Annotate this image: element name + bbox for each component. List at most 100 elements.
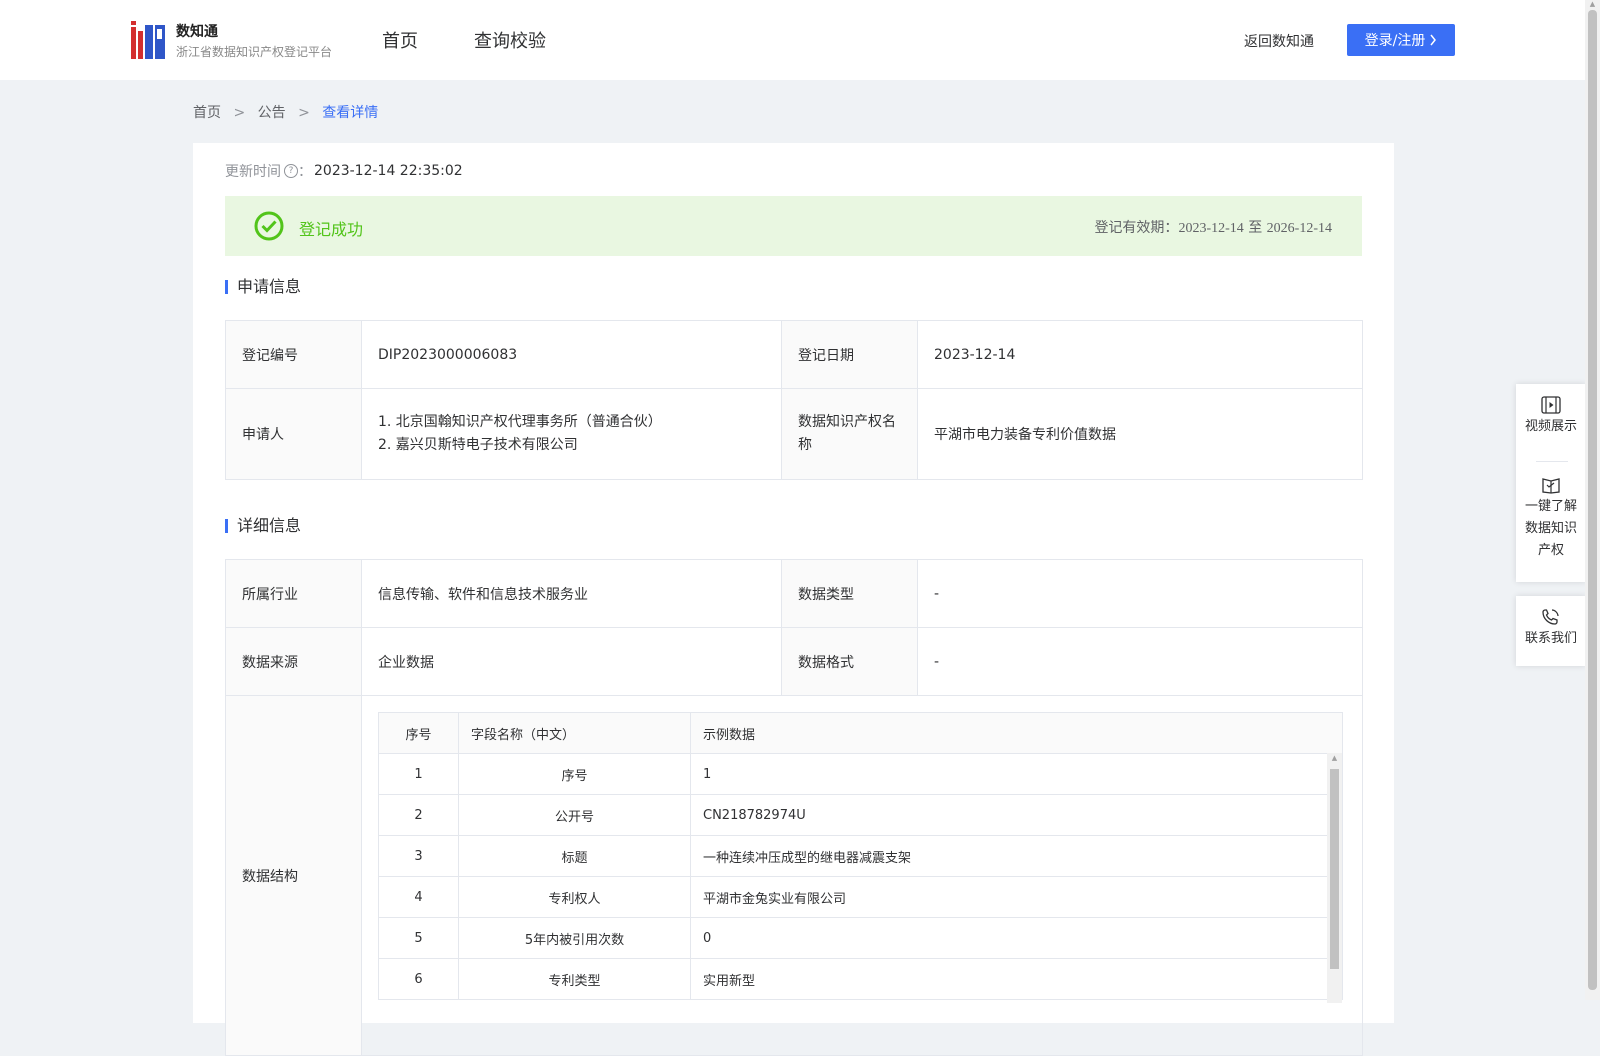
data-format-label: 数据格式 <box>781 627 918 696</box>
table-row: 4 专利权人 平湖市金兔实业有限公司 <box>378 876 1343 918</box>
breadcrumb-separator: > <box>298 105 310 121</box>
row-index: 4 <box>378 876 459 918</box>
row-index: 5 <box>378 917 459 959</box>
contact-us-button[interactable]: 联系我们 <box>1516 608 1586 650</box>
status-text: 登记成功 <box>299 220 364 239</box>
reg-date-label: 登记日期 <box>781 320 918 389</box>
validity-period: 登记有效期：2023-12-14 至 2026-12-14 <box>1094 217 1332 237</box>
table-row: 2 公开号 CN218782974U <box>378 794 1343 836</box>
book-icon <box>1542 478 1560 494</box>
table-header-row: 序号 字段名称（中文） 示例数据 <box>378 712 1343 754</box>
return-link[interactable]: 返回数知通 <box>1244 31 1314 51</box>
nav-query-verify[interactable]: 查询校验 <box>474 27 546 53</box>
data-structure-table: 序号 字段名称（中文） 示例数据 1 序号 1 2 公开号 CN21878297… <box>378 712 1343 1000</box>
col-header-field: 字段名称（中文） <box>458 712 691 754</box>
panel-divider <box>1536 461 1568 462</box>
update-time-colon: ： <box>298 164 312 180</box>
learn-ip-label-line: 一键了解 <box>1524 499 1577 514</box>
table-row: 6 专利类型 实用新型 <box>378 958 1343 1000</box>
industry-value: 信息传输、软件和信息技术服务业 <box>361 559 782 628</box>
video-showcase-label: 视频展示 <box>1524 419 1577 434</box>
learn-ip-label-line: 数据知识 <box>1524 521 1577 536</box>
table-row: 申请人 1. 北京国翰知识产权代理事务所（普通合伙） 2. 嘉兴贝斯特电子技术有… <box>225 388 1363 480</box>
row-field: 专利权人 <box>458 876 691 918</box>
row-index: 3 <box>378 835 459 877</box>
table-row: 数据结构 序号 字段名称（中文） 示例数据 1 序号 1 2 公开号 CN218… <box>225 695 1363 1056</box>
applicant-item: 1. 北京国翰知识产权代理事务所（普通合伙） <box>378 414 662 430</box>
data-structure-wrapper: 序号 字段名称（中文） 示例数据 1 序号 1 2 公开号 CN21878297… <box>378 712 1343 1003</box>
breadcrumb-current: 查看详情 <box>322 105 379 121</box>
login-button-label: 登录/注册 <box>1364 33 1426 49</box>
application-info-table: 登记编号 DIP2023000006083 登记日期 2023-12-14 申请… <box>225 320 1363 480</box>
validity-from: 2023-12-14 <box>1178 221 1244 236</box>
page-scrollbar[interactable]: ▲ <box>1585 0 1600 1000</box>
inner-scrollbar-thumb[interactable] <box>1330 769 1339 969</box>
detail-info-title: 详细信息 <box>225 518 301 534</box>
row-sample: 0 <box>690 917 1343 959</box>
chevron-right-icon <box>1430 34 1437 46</box>
video-icon <box>1541 396 1561 414</box>
phone-icon <box>1542 609 1559 625</box>
side-panel-main: 视频展示 一键了解 数据知识 产权 <box>1516 384 1586 582</box>
data-source-label: 数据来源 <box>225 627 362 696</box>
breadcrumb-notice[interactable]: 公告 <box>258 105 286 121</box>
validity-to-word: 至 <box>1248 220 1263 236</box>
row-sample: 一种连续冲压成型的继电器减震支架 <box>690 835 1343 877</box>
update-time-label: 更新时间 <box>225 164 281 180</box>
table-row: 数据来源 企业数据 数据格式 - <box>225 627 1363 696</box>
page-scroll-up-arrow-icon[interactable]: ▲ <box>1585 0 1600 8</box>
learn-ip-button[interactable]: 一键了解 数据知识 产权 <box>1516 476 1586 562</box>
col-header-index: 序号 <box>378 712 459 754</box>
brand-title: 数知通 <box>176 24 218 40</box>
row-sample: CN218782974U <box>690 794 1343 836</box>
top-header: 数知通 浙江省数据知识产权登记平台 首页 查询校验 返回数知通 登录/注册 <box>0 0 1600 80</box>
row-index: 6 <box>378 958 459 1000</box>
update-time-value: 2023-12-14 22:35:02 <box>314 163 463 179</box>
check-circle-icon <box>254 211 284 241</box>
data-format-value: - <box>917 627 1363 696</box>
learn-ip-label-line: 产权 <box>1537 543 1564 558</box>
login-register-button[interactable]: 登录/注册 <box>1347 24 1455 56</box>
row-sample: 实用新型 <box>690 958 1343 1000</box>
row-field: 序号 <box>458 753 691 795</box>
brand-subtitle: 浙江省数据知识产权登记平台 <box>176 45 333 59</box>
inner-scrollbar[interactable]: ▲ <box>1327 753 1342 1003</box>
table-row: 登记编号 DIP2023000006083 登记日期 2023-12-14 <box>225 320 1363 389</box>
row-sample: 平湖市金兔实业有限公司 <box>690 876 1343 918</box>
scroll-up-arrow-icon[interactable]: ▲ <box>1327 753 1342 763</box>
validity-label: 登记有效期： <box>1094 220 1179 236</box>
data-type-label: 数据类型 <box>781 559 918 628</box>
data-type-value: - <box>917 559 1363 628</box>
reg-no-label: 登记编号 <box>225 320 362 389</box>
row-field: 公开号 <box>458 794 691 836</box>
validity-to: 2026-12-14 <box>1266 221 1332 236</box>
data-source-value: 企业数据 <box>361 627 782 696</box>
contact-us-label: 联系我们 <box>1524 631 1577 646</box>
col-header-sample: 示例数据 <box>690 712 1343 754</box>
applicant-item: 2. 嘉兴贝斯特电子技术有限公司 <box>378 437 578 453</box>
row-field: 5年内被引用次数 <box>458 917 691 959</box>
status-banner: 登记成功 登记有效期：2023-12-14 至 2026-12-14 <box>225 196 1362 256</box>
page-scrollbar-thumb[interactable] <box>1588 10 1597 990</box>
row-field: 标题 <box>458 835 691 877</box>
video-showcase-button[interactable]: 视频展示 <box>1516 396 1586 438</box>
logo-icon[interactable] <box>131 21 165 59</box>
data-structure-cell: 序号 字段名称（中文） 示例数据 1 序号 1 2 公开号 CN21878297… <box>361 695 1363 1056</box>
reg-date-value: 2023-12-14 <box>917 320 1363 389</box>
industry-label: 所属行业 <box>225 559 362 628</box>
applicant-label: 申请人 <box>225 388 362 480</box>
nav-home[interactable]: 首页 <box>382 27 418 53</box>
ip-name-value: 平湖市电力装备专利价值数据 <box>917 388 1363 480</box>
table-row: 所属行业 信息传输、软件和信息技术服务业 数据类型 - <box>225 559 1363 628</box>
reg-no-value: DIP2023000006083 <box>361 320 782 389</box>
row-index: 1 <box>378 753 459 795</box>
breadcrumb-home[interactable]: 首页 <box>193 105 221 121</box>
row-field: 专利类型 <box>458 958 691 1000</box>
detail-info-table: 所属行业 信息传输、软件和信息技术服务业 数据类型 - 数据来源 企业数据 数据… <box>225 559 1363 1056</box>
update-time-row: 更新时间 ? ： 2023-12-14 22:35:02 <box>225 161 463 181</box>
side-panel-contact: 联系我们 <box>1516 596 1586 666</box>
breadcrumb-separator: > <box>233 105 246 121</box>
table-row: 5 5年内被引用次数 0 <box>378 917 1343 959</box>
question-icon[interactable]: ? <box>284 164 298 178</box>
detail-card: 更新时间 ? ： 2023-12-14 22:35:02 登记成功 登记有效期：… <box>193 143 1394 1056</box>
